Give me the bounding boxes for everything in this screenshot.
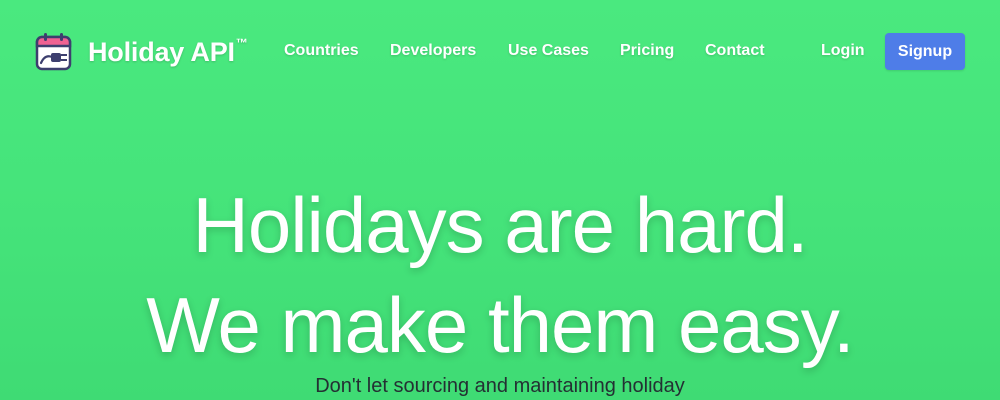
calendar-plug-icon bbox=[34, 32, 74, 72]
hero-subtitle: Don't let sourcing and maintaining holid… bbox=[315, 375, 685, 397]
nav-link-use-cases[interactable]: Use Cases bbox=[508, 42, 589, 60]
nav-link-countries[interactable]: Countries bbox=[284, 42, 359, 60]
brand-logo-link[interactable]: Holiday API™ bbox=[34, 32, 248, 72]
signup-button[interactable]: Signup bbox=[885, 33, 965, 70]
nav-link-contact[interactable]: Contact bbox=[705, 42, 765, 60]
hero-headline-line-2: We make them easy. bbox=[146, 281, 854, 369]
brand-name: Holiday API™ bbox=[88, 35, 248, 67]
hero-headline-line-1: Holidays are hard. bbox=[192, 181, 809, 269]
nav-link-developers[interactable]: Developers bbox=[390, 42, 476, 60]
top-navigation: Holiday API™ Countries Developers Use Ca… bbox=[0, 0, 1000, 100]
nav-link-pricing[interactable]: Pricing bbox=[620, 42, 674, 60]
login-link[interactable]: Login bbox=[821, 42, 865, 60]
trademark-symbol: ™ bbox=[235, 35, 248, 50]
